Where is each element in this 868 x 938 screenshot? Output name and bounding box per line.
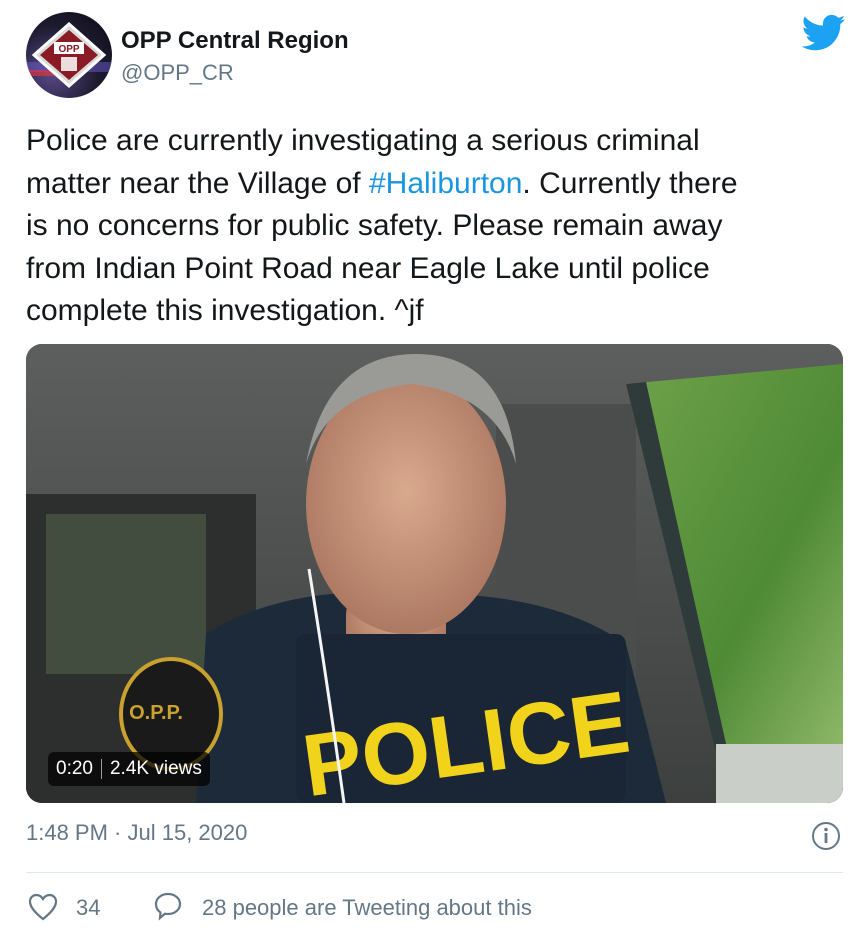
avatar[interactable]: OPP [26, 12, 112, 98]
video-duration: 0:20 [56, 758, 93, 779]
speech-bubble-icon[interactable] [153, 891, 183, 921]
tweet-line-1: Police are currently investigating a ser… [26, 124, 700, 157]
hashtag-link[interactable]: #Haliburton [369, 167, 522, 200]
tweet-line-2-before: matter near the Village of [26, 166, 369, 200]
twitter-bird-icon[interactable] [802, 14, 846, 52]
tweet-text: Police are currently investigating a ser… [26, 120, 846, 333]
info-icon[interactable] [810, 820, 842, 852]
like-count: 34 [76, 895, 101, 920]
tweet-line-5: complete this investigation. ^jf [26, 294, 424, 327]
video-stats-badge: 0:20 2.4K views [48, 752, 210, 786]
badge-separator [100, 759, 102, 779]
divider [26, 872, 843, 873]
avatar-logo-text: OPP [58, 44, 79, 55]
heart-icon[interactable] [28, 893, 58, 921]
shoulder-patch-label: O.P.P. [129, 702, 183, 724]
tweeting-about-link[interactable]: 28 people are Tweeting about this [202, 895, 532, 921]
video-player[interactable]: POLICE O.P.P. [26, 344, 843, 803]
author-name[interactable]: OPP Central Region [121, 27, 349, 55]
tweet-line-4: from Indian Point Road near Eagle Lake u… [26, 251, 710, 285]
video-frame: POLICE O.P.P. [26, 344, 843, 803]
video-views: 2.4K views [109, 758, 202, 779]
tweet-timestamp[interactable]: 1:48 PM · Jul 15, 2020 [26, 820, 247, 846]
tweet-line-2: matter near the Village of #Haliburton. … [26, 163, 846, 206]
tweet-line-2-after: . Currently there [522, 166, 738, 200]
tweet-line-3: is no concerns for public safety. Please… [26, 209, 723, 242]
author-handle[interactable]: @OPP_CR [121, 60, 234, 86]
tweet-card: OPP OPP Central Region @OPP_CR Police ar… [0, 0, 868, 938]
